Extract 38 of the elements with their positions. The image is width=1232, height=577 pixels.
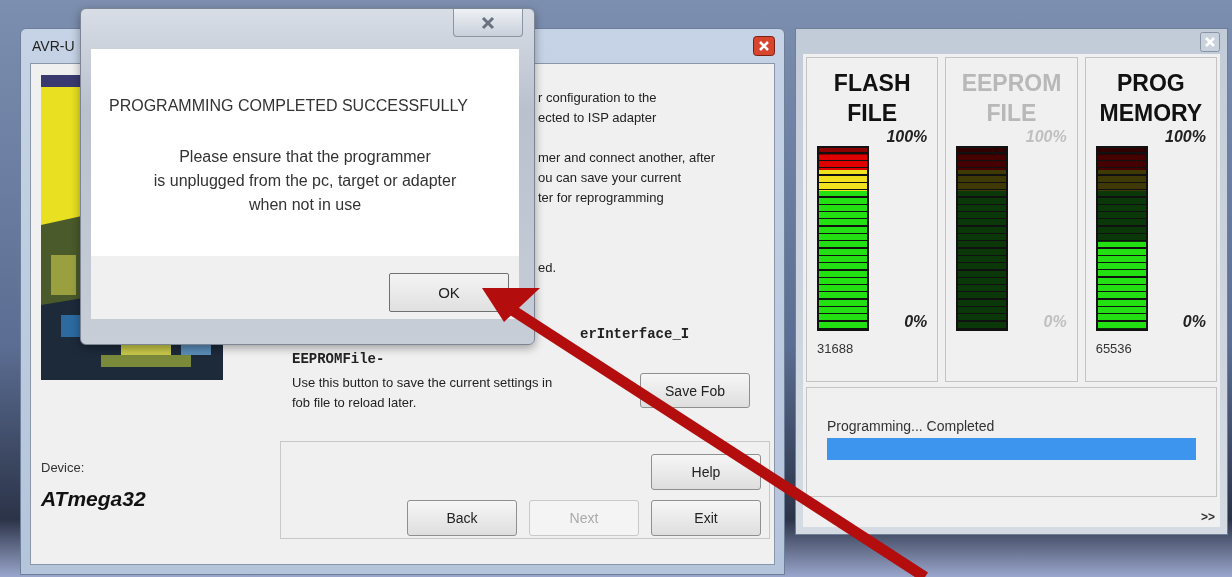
instruction-text: ou can save your current — [538, 169, 683, 187]
meter-title: FILE — [986, 99, 1037, 128]
close-icon[interactable] — [753, 36, 775, 56]
status-text: Programming... Completed — [827, 418, 996, 434]
byte-count: 65536 — [1095, 341, 1132, 357]
device-name: ATmega32 — [41, 487, 147, 511]
byte-count: 31688 — [817, 341, 854, 357]
meter-title: EEPROM — [961, 69, 1062, 98]
dialog-message: is unplugged from the pc, target or adapter — [153, 171, 457, 191]
min-percent: 0% — [904, 313, 928, 331]
meter-title: MEMORY — [1099, 99, 1203, 128]
min-percent: 0% — [1182, 313, 1206, 331]
dialog-heading: PROGRAMMING COMPLETED SUCCESSFULLY — [109, 97, 469, 115]
close-button[interactable] — [453, 9, 523, 37]
instruction-text: ed. — [538, 259, 558, 277]
max-percent: 100% — [886, 128, 928, 145]
instruction-text: r configuration to the — [538, 89, 658, 107]
close-icon — [480, 15, 496, 30]
instruction-text: mer and connect another, after — [538, 149, 717, 167]
save-fob-button[interactable]: Save Fob — [640, 373, 750, 408]
max-percent: 100% — [1165, 128, 1206, 145]
nav-button[interactable]: Back — [407, 500, 517, 536]
dialog-message: Please ensure that the programmer — [179, 147, 431, 167]
instruction-text: ter for reprogramming — [538, 189, 665, 207]
help-button[interactable]: Help — [651, 454, 761, 490]
save-note: Use this button to save the current settings in fob file to reload later. — [292, 374, 554, 412]
window-title: AVR-U — [31, 38, 75, 54]
meter-title: FILE — [847, 99, 898, 128]
meter-title: FLASH — [833, 69, 911, 98]
meter-title: PROG — [1116, 69, 1185, 98]
nav-button[interactable]: Exit — [651, 500, 761, 536]
file-name-text: EEPROMFile- — [291, 351, 386, 367]
file-name-text: erInterface_I — [579, 326, 691, 342]
ok-button[interactable]: OK — [389, 273, 509, 312]
expand-button[interactable]: >> — [1201, 510, 1215, 524]
device-label: Device: — [41, 460, 86, 475]
dialog-message: when not in use — [248, 195, 362, 215]
instruction-text: ected to ISP adapter — [538, 109, 658, 127]
